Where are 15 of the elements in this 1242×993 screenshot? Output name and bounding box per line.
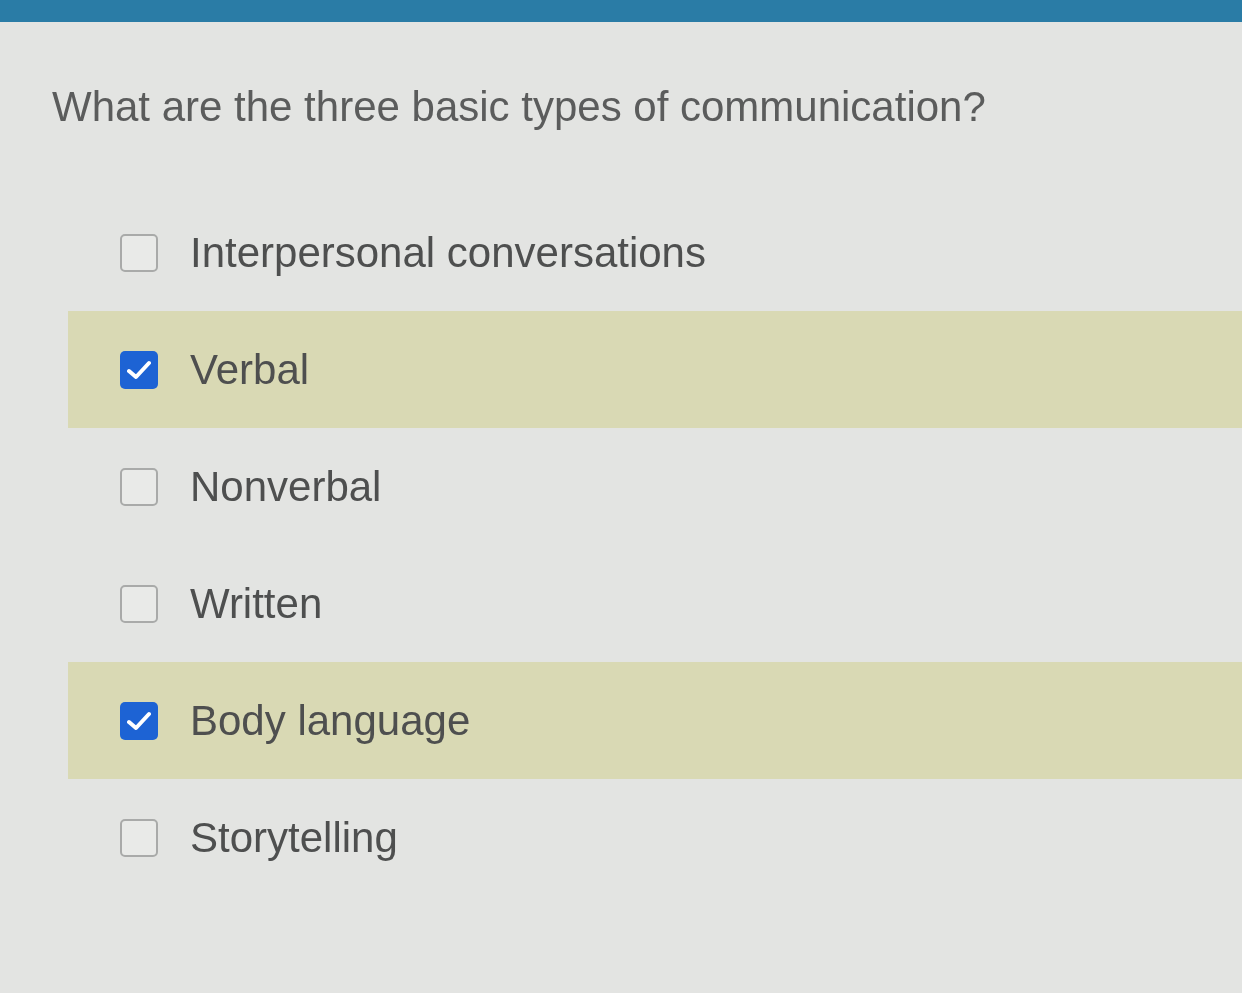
option-label[interactable]: Nonverbal [190,460,382,513]
option-label[interactable]: Interpersonal conversations [190,226,706,279]
option-label[interactable]: Storytelling [190,811,398,864]
checkbox[interactable] [120,350,158,389]
question-text: What are the three basic types of communication? [52,82,986,132]
option-label[interactable]: Written [190,577,323,630]
checkbox[interactable] [120,818,158,857]
checkmark-icon [127,359,151,380]
option-label[interactable]: Verbal [190,343,310,396]
checkbox[interactable] [120,233,158,272]
checkbox[interactable] [120,467,158,506]
checkmark-icon [127,710,151,731]
option-label[interactable]: Body language [190,694,471,747]
checkbox[interactable] [120,701,158,740]
checkbox[interactable] [120,584,158,623]
